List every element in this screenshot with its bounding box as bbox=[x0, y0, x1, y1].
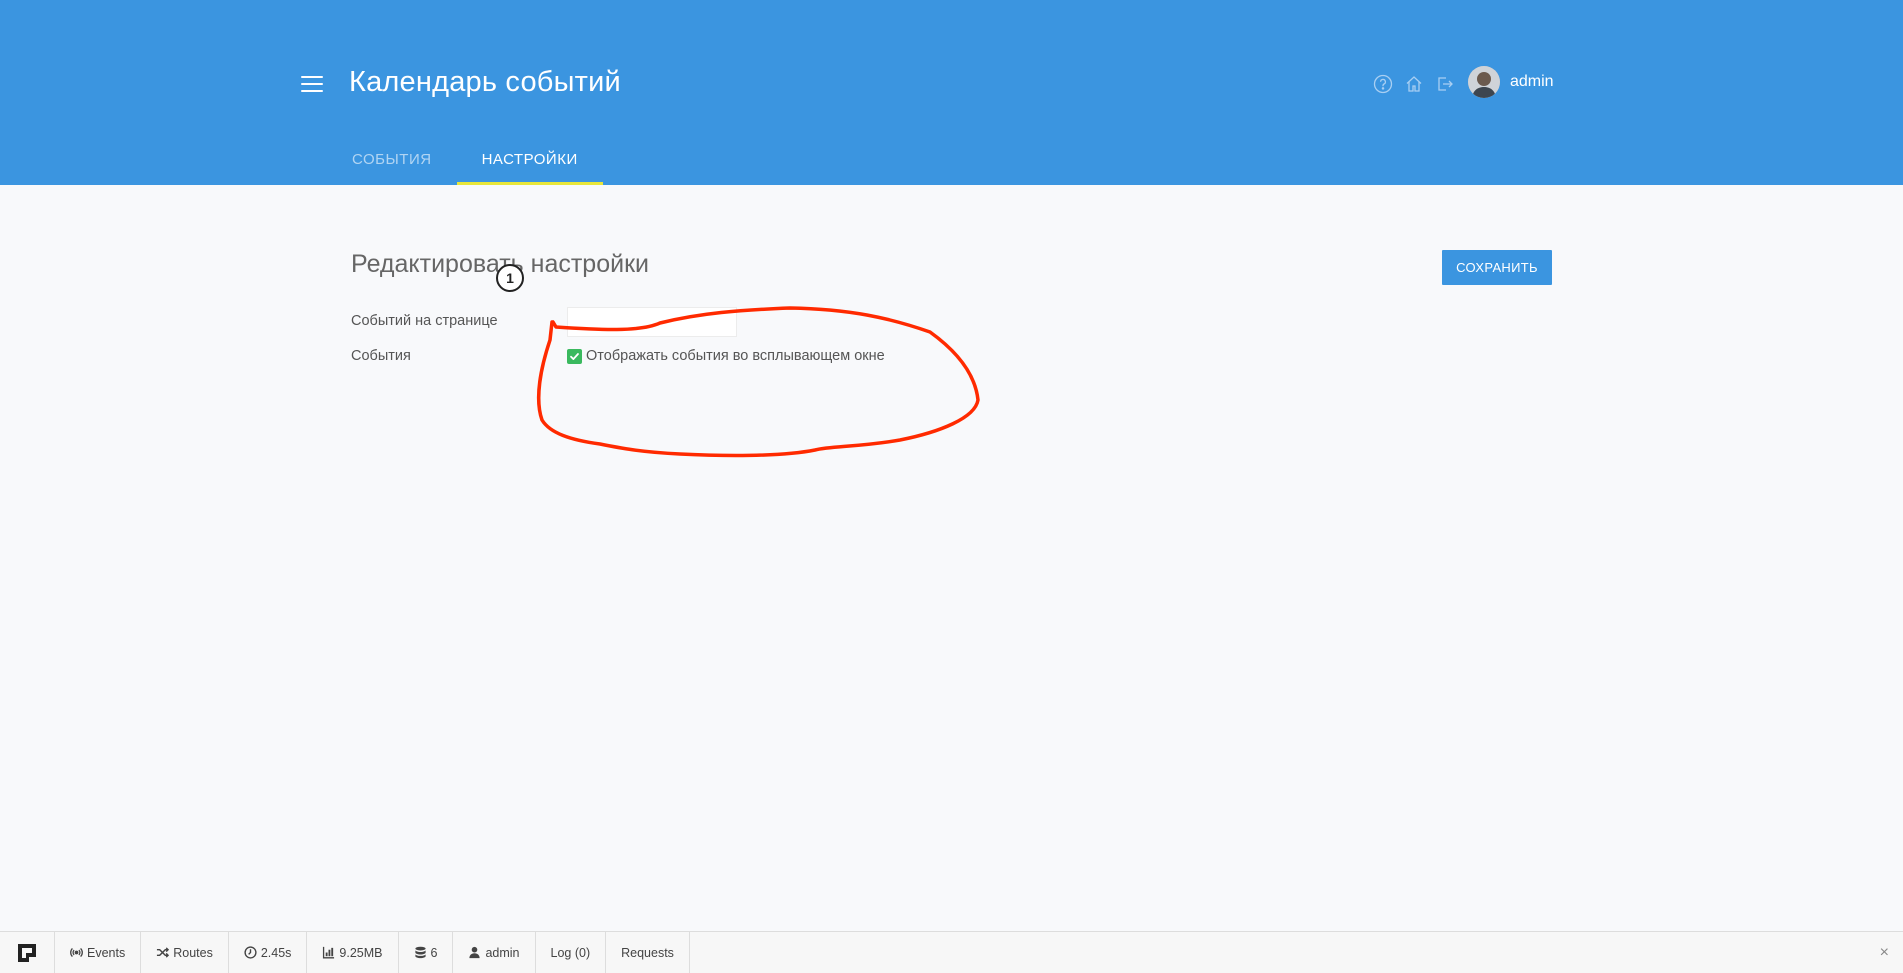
tab-bar: СОБЫТИЯ НАСТРОЙКИ bbox=[327, 140, 603, 185]
debug-time[interactable]: 2.45s bbox=[229, 932, 308, 973]
debug-log-label: Log (0) bbox=[550, 945, 591, 960]
events-label: События bbox=[351, 348, 411, 364]
debugbar-close-icon[interactable]: × bbox=[1880, 944, 1889, 962]
debug-memory-label: 9.25MB bbox=[339, 945, 383, 960]
debug-user[interactable]: admin bbox=[453, 932, 536, 973]
debug-requests-label: Requests bbox=[621, 945, 674, 960]
clock-icon bbox=[244, 946, 257, 959]
debug-events-label: Events bbox=[87, 945, 126, 960]
debug-routes-label: Routes bbox=[173, 945, 213, 960]
tab-events[interactable]: СОБЫТИЯ bbox=[327, 140, 457, 185]
popup-events-checkbox-row[interactable]: Отображать события во всплывающем окне bbox=[567, 348, 885, 364]
home-icon[interactable] bbox=[1403, 73, 1425, 95]
database-icon bbox=[414, 946, 426, 959]
debug-bar: Events Routes 2.45s 9.25MB 6 admin Log (… bbox=[0, 931, 1903, 973]
debug-queries[interactable]: 6 bbox=[399, 932, 454, 973]
debug-log[interactable]: Log (0) bbox=[536, 932, 607, 973]
header-actions bbox=[1372, 72, 1456, 96]
debug-events[interactable]: Events bbox=[55, 932, 142, 973]
popup-events-checkbox[interactable] bbox=[567, 348, 582, 364]
tab-settings[interactable]: НАСТРОЙКИ bbox=[456, 140, 603, 185]
save-button[interactable]: СОХРАНИТЬ bbox=[1442, 250, 1552, 285]
debug-requests[interactable]: Requests bbox=[606, 932, 690, 973]
username: admin bbox=[1510, 73, 1554, 90]
help-icon[interactable] bbox=[1372, 73, 1394, 95]
avatar bbox=[1468, 66, 1500, 98]
debug-routes[interactable]: Routes bbox=[141, 932, 229, 973]
per-page-label: Событий на странице bbox=[351, 313, 498, 329]
popup-events-checkbox-label: Отображать события во всплывающем окне bbox=[586, 348, 885, 364]
debug-time-label: 2.45s bbox=[260, 945, 292, 960]
page-title: Календарь событий bbox=[349, 66, 621, 98]
user-menu[interactable]: admin bbox=[1468, 66, 1554, 98]
per-page-input[interactable] bbox=[567, 307, 737, 337]
debugbar-logo-icon[interactable] bbox=[0, 932, 55, 973]
logout-icon[interactable] bbox=[1434, 73, 1456, 95]
app-header: Календарь событий admin СОБЫТИЯ НАСТРОЙК… bbox=[0, 0, 1903, 185]
shuffle-icon bbox=[157, 947, 170, 958]
user-icon bbox=[469, 946, 481, 959]
debug-memory[interactable]: 9.25MB bbox=[307, 932, 399, 973]
debug-queries-label: 6 bbox=[430, 945, 438, 960]
bar-chart-icon bbox=[323, 946, 335, 959]
broadcast-icon bbox=[70, 947, 83, 958]
hamburger-menu-icon[interactable] bbox=[301, 76, 323, 92]
debug-user-label: admin bbox=[485, 945, 520, 960]
step-marker: 1 bbox=[496, 264, 524, 292]
